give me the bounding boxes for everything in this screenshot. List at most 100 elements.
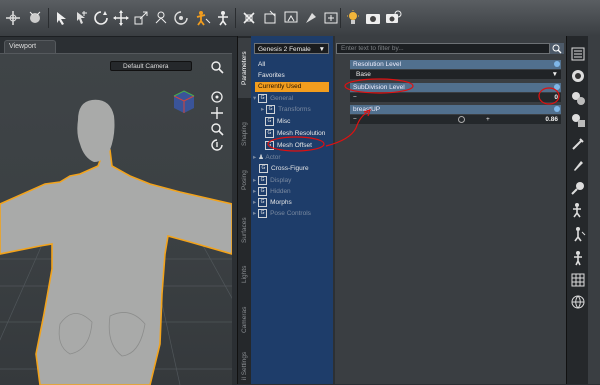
tree-label: Transforms: [278, 106, 311, 114]
joint-editor-icon[interactable]: [152, 9, 170, 27]
figure-side-icon[interactable]: [570, 250, 586, 266]
tree-label: Display: [270, 177, 292, 185]
slider-knob[interactable]: [458, 116, 465, 123]
tree-label: Hidden: [270, 188, 291, 196]
scene-list-icon[interactable]: [570, 46, 586, 62]
tools-icon[interactable]: [570, 136, 586, 152]
tree-label: Misc: [277, 118, 291, 126]
decrease-icon[interactable]: −: [353, 93, 357, 102]
parameters-pane: Genesis 2 Female ▼ All Favorites Currentl…: [251, 36, 566, 384]
tree-label: Cross-Figure: [271, 165, 309, 173]
group-icon: G: [259, 164, 268, 173]
geometry-editor-icon[interactable]: [262, 9, 280, 27]
tree-group-cross-figure[interactable]: G Cross-Figure: [259, 164, 309, 174]
timeline-icon[interactable]: [570, 272, 586, 288]
tree-label: Mesh Offset: [277, 142, 312, 150]
resolution-level-combo[interactable]: Base ▼: [350, 70, 561, 79]
scale-icon[interactable]: [132, 9, 150, 27]
brush-icon[interactable]: [570, 158, 586, 174]
rotate-icon[interactable]: [92, 9, 110, 27]
property-list: Enter text to filter by... Resolution Le…: [335, 36, 566, 384]
group-icon: G: [258, 209, 268, 218]
spot-render-icon[interactable]: [322, 9, 340, 27]
frame-icon[interactable]: [210, 138, 224, 152]
pin-icon[interactable]: [554, 61, 560, 67]
smart-content-icon[interactable]: [570, 90, 586, 106]
node-tool-icon[interactable]: [26, 9, 44, 27]
tree-group-misc[interactable]: G Misc: [265, 117, 290, 127]
prop-name: Resolution Level: [353, 61, 402, 68]
node-select[interactable]: Genesis 2 Female ▼: [254, 43, 329, 54]
tab-surfaces[interactable]: Surfaces: [238, 208, 252, 252]
render-settings-icon[interactable]: [384, 9, 402, 27]
surface-selection-icon[interactable]: [240, 9, 258, 27]
viewport-tab[interactable]: Viewport: [4, 40, 56, 53]
zoom-icon[interactable]: [210, 122, 224, 136]
tab-lights[interactable]: Lights: [238, 258, 252, 290]
filter-favorites[interactable]: Favorites: [255, 71, 329, 81]
slider-value[interactable]: 0: [554, 93, 558, 102]
chevron-down-icon: ▼: [551, 71, 558, 78]
search-icon[interactable]: [550, 43, 564, 54]
tree-group-display[interactable]: ▸ G Display: [253, 176, 291, 186]
group-icon: G: [258, 187, 268, 196]
node-weight-icon[interactable]: [302, 9, 320, 27]
prop-header-breastup: breastUP: [350, 105, 561, 114]
region-nav-icon[interactable]: [172, 9, 190, 27]
main-toolbar: [0, 0, 600, 37]
content-library-icon[interactable]: [570, 68, 586, 84]
view-cube-icon[interactable]: [168, 86, 198, 116]
zoom-toggle-icon[interactable]: [210, 60, 224, 74]
group-icon: G: [265, 117, 274, 126]
pin-icon[interactable]: [554, 106, 560, 112]
prop-header-resolution-level: Resolution Level: [350, 60, 561, 69]
active-pose-icon[interactable]: [194, 9, 212, 27]
tree-label: Mesh Resolution: [277, 130, 326, 138]
group-icon: G: [258, 198, 268, 207]
tab-shaping[interactable]: Shaping: [238, 114, 252, 154]
tab-render-settings[interactable]: il Settings: [238, 348, 252, 384]
breastup-slider[interactable]: − +0.86: [350, 115, 561, 124]
group-icon: G: [266, 105, 276, 114]
figure-pose-icon[interactable]: [214, 9, 232, 27]
tree-group-general[interactable]: ▾ G General: [253, 94, 293, 104]
tree-label: Actor: [265, 154, 281, 161]
figure-morph-icon[interactable]: [570, 226, 586, 242]
smart-content-alt-icon[interactable]: [570, 112, 586, 128]
pan-icon[interactable]: [210, 106, 224, 120]
group-icon: G: [258, 176, 268, 185]
tab-parameters[interactable]: Parameters: [238, 38, 252, 98]
filter-input[interactable]: Enter text to filter by...: [336, 43, 550, 54]
shader-mixer-icon[interactable]: [570, 180, 586, 196]
tab-posing[interactable]: Posing: [238, 162, 252, 198]
subdivision-level-slider[interactable]: −0: [350, 93, 561, 102]
render-camera-icon[interactable]: [364, 9, 382, 27]
filter-all[interactable]: All: [255, 60, 329, 70]
tree-group-morphs[interactable]: ▸ G Morphs: [253, 198, 292, 208]
light-bulb-icon[interactable]: [344, 9, 362, 27]
tree-group-hidden[interactable]: ▸ G Hidden: [253, 187, 291, 197]
select-plus-icon[interactable]: [72, 9, 90, 27]
tree-group-actor[interactable]: ▸ ♟ Actor: [253, 153, 281, 163]
viewport[interactable]: Default Camera: [0, 53, 232, 385]
camera-select[interactable]: Default Camera: [110, 61, 192, 71]
tree-label: Morphs: [270, 199, 292, 207]
select-arrow-icon[interactable]: [52, 9, 70, 27]
paint-icon[interactable]: [282, 9, 300, 27]
translate-icon[interactable]: [112, 9, 130, 27]
tree-group-mesh-offset[interactable]: G Mesh Offset: [265, 141, 312, 151]
increase-icon[interactable]: +: [486, 115, 490, 124]
pose-figure-icon[interactable]: [570, 202, 586, 218]
filter-currently-used[interactable]: Currently Used: [255, 82, 329, 92]
pin-icon[interactable]: [554, 84, 560, 90]
tab-cameras[interactable]: Cameras: [238, 298, 252, 342]
group-icon: G: [265, 141, 274, 150]
globe-icon[interactable]: [570, 294, 586, 310]
tree-group-transforms[interactable]: ▸ G Transforms: [261, 105, 311, 115]
orbit-icon[interactable]: [210, 90, 224, 104]
slider-value[interactable]: 0.86: [545, 115, 558, 124]
universal-tool-icon[interactable]: [4, 9, 22, 27]
tree-group-mesh-resolution[interactable]: G Mesh Resolution: [265, 129, 325, 139]
decrease-icon[interactable]: −: [353, 115, 357, 124]
tree-group-pose-controls[interactable]: ▸ G Pose Controls: [253, 209, 311, 219]
